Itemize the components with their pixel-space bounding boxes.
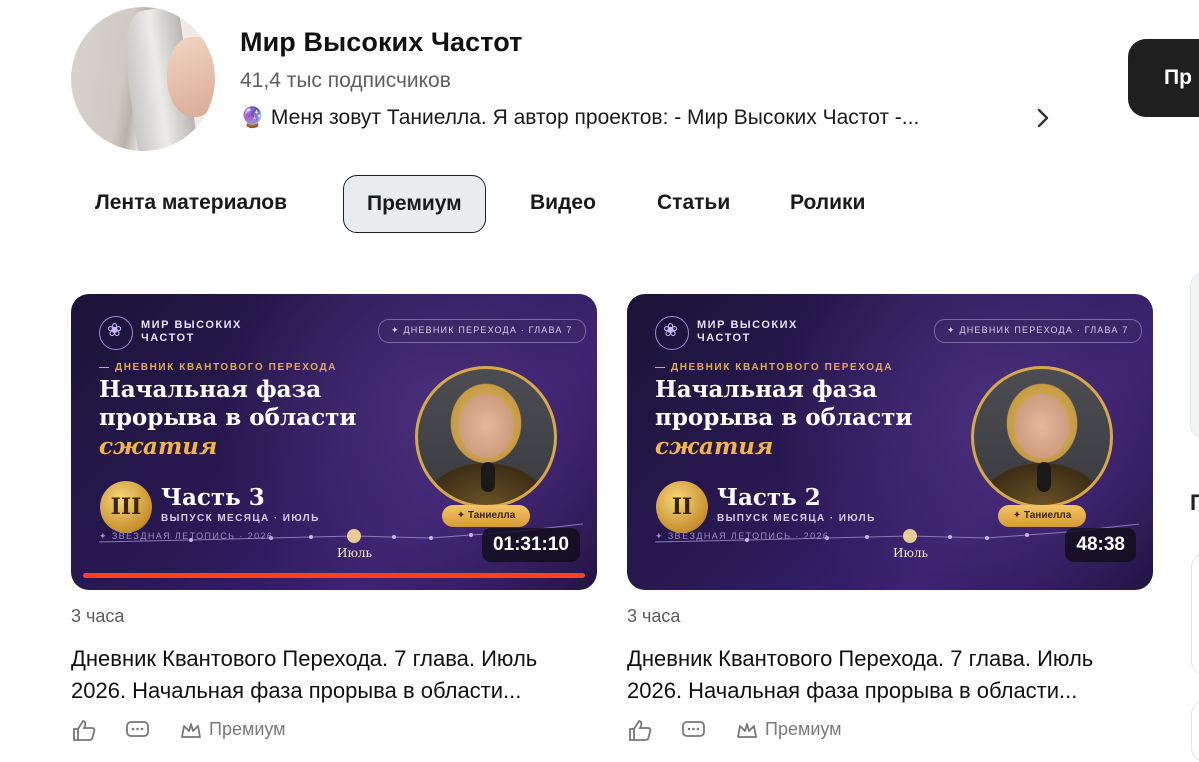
- tab-articles[interactable]: Статьи: [657, 175, 730, 233]
- like-icon[interactable]: [71, 719, 97, 741]
- video-thumbnail[interactable]: МИР ВЫСОКИХ ЧАСТОТ ✦ ДНЕВНИК ПЕРЕХОДА · …: [627, 294, 1153, 590]
- crystal-ball-icon: 🔮: [240, 107, 265, 129]
- host-nameplate: ✦ Таниелла: [442, 505, 530, 527]
- sidebar-card[interactable]: [1191, 700, 1199, 762]
- thumb-issue: ВЫПУСК МЕСЯЦА · ИЮЛЬ: [161, 513, 320, 524]
- video-duration: 01:31:10: [481, 528, 580, 562]
- thumb-chronicle: ✦ ЗВЁЗДНАЯ ЛЕТОПИСЬ · 2026: [655, 531, 830, 541]
- channel-description-text: Меня зовут Таниелла. Я автор проектов: -…: [270, 105, 920, 129]
- thumb-pill: ✦ ДНЕВНИК ПЕРЕХОДА · ГЛАВА 7: [934, 319, 1142, 343]
- tab-premium[interactable]: Премиум: [343, 175, 486, 233]
- part-medal: III: [100, 481, 152, 533]
- thumb-month: Июль: [337, 546, 373, 560]
- thumb-kicker: — ДНЕВНИК КВАНТОВОГО ПЕРЕХОДА: [99, 362, 338, 373]
- thumb-headline-accent: сжатия: [99, 433, 218, 460]
- microphone-icon: [1037, 462, 1051, 492]
- video-title[interactable]: Дневник Квантового Перехода. 7 глава. Ию…: [627, 643, 1153, 707]
- channel-title[interactable]: Мир Высоких Частот: [240, 27, 523, 58]
- publish-time: 3 часа: [71, 606, 125, 626]
- channel-description[interactable]: 🔮 Меня зовут Таниелла. Я автор проектов:…: [240, 105, 919, 130]
- thumb-pill: ✦ ДНЕВНИК ПЕРЕХОДА · ГЛАВА 7: [378, 319, 586, 343]
- premium-tag: Премиум: [765, 719, 842, 739]
- thumb-month: Июль: [893, 546, 929, 560]
- premium-crown-icon: [181, 723, 201, 738]
- subscriber-count: 41,4 тыс подписчиков: [240, 69, 451, 92]
- thumb-brand: МИР ВЫСОКИХ ЧАСТОТ: [697, 319, 798, 344]
- premium-tag: Премиум: [209, 719, 286, 739]
- subscribe-button[interactable]: Пр: [1128, 39, 1199, 117]
- sidebar-card[interactable]: [1191, 553, 1199, 675]
- channel-avatar[interactable]: [71, 7, 215, 151]
- video-thumbnail[interactable]: МИР ВЫСОКИХ ЧАСТОТ ✦ ДНЕВНИК ПЕРЕХОДА · …: [71, 294, 597, 590]
- tab-shorts[interactable]: Ролики: [790, 175, 865, 233]
- thumb-issue: ВЫПУСК МЕСЯЦА · ИЮЛЬ: [717, 513, 876, 524]
- thumb-headline: Начальная фаза прорыва в области: [655, 376, 913, 431]
- host-nameplate: ✦ Таниелла: [998, 505, 1086, 527]
- part-medal: II: [656, 481, 708, 533]
- chevron-right-icon[interactable]: [1031, 104, 1055, 132]
- comment-icon[interactable]: [125, 719, 151, 741]
- like-icon[interactable]: [627, 719, 653, 741]
- tab-feed[interactable]: Лента материалов: [95, 175, 287, 233]
- video-card[interactable]: МИР ВЫСОКИХ ЧАСТОТ ✦ ДНЕВНИК ПЕРЕХОДА · …: [627, 294, 1153, 741]
- thumb-headline-accent: сжатия: [655, 433, 774, 460]
- video-card[interactable]: МИР ВЫСОКИХ ЧАСТОТ ✦ ДНЕВНИК ПЕРЕХОДА · …: [71, 294, 597, 741]
- thumb-part: Часть 3: [161, 484, 265, 511]
- microphone-icon: [481, 462, 495, 492]
- tab-video[interactable]: Видео: [530, 175, 596, 233]
- thumb-brand: МИР ВЫСОКИХ ЧАСТОТ: [141, 319, 242, 344]
- video-duration: 48:38: [1065, 528, 1136, 562]
- card-actions: Премиум: [627, 719, 1153, 741]
- premium-crown-icon: [737, 723, 757, 738]
- thumb-part: Часть 2: [717, 484, 821, 511]
- comment-icon[interactable]: [681, 719, 707, 741]
- thumb-headline: Начальная фаза прорыва в области: [99, 376, 357, 431]
- brand-logo: [99, 316, 133, 350]
- sidebar-heading: П: [1190, 490, 1199, 515]
- thumb-kicker: — ДНЕВНИК КВАНТОВОГО ПЕРЕХОДА: [655, 362, 894, 373]
- brand-logo: [655, 316, 689, 350]
- sidebar-panel: [1190, 272, 1199, 439]
- publish-time: 3 часа: [627, 606, 681, 626]
- thumb-chronicle: ✦ ЗВЁЗДНАЯ ЛЕТОПИСЬ · 2026: [99, 531, 274, 541]
- watch-progress-bar: [83, 573, 585, 578]
- card-actions: Премиум: [71, 719, 597, 741]
- video-title[interactable]: Дневник Квантового Перехода. 7 глава. Ию…: [71, 643, 597, 707]
